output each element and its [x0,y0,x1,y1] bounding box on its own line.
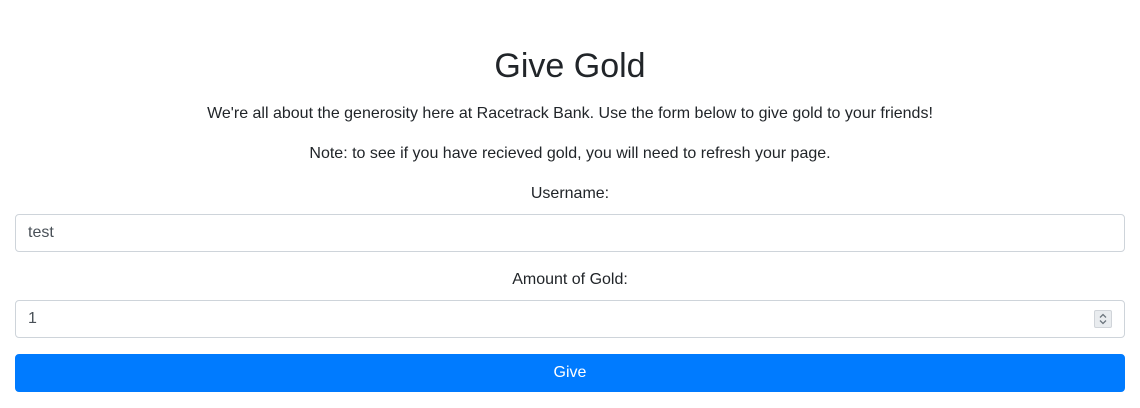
give-gold-form: Username: Amount of Gold: Give [15,182,1125,392]
username-field-wrapper [15,214,1125,252]
amount-field-wrapper [15,300,1125,338]
username-input[interactable] [16,215,1124,251]
intro-text: We're all about the generosity here at R… [207,105,933,122]
note-text: Note: to see if you have recieved gold, … [309,145,831,162]
give-button[interactable]: Give [15,354,1125,392]
number-spinner-icon[interactable] [1094,310,1112,328]
give-gold-container: Give Gold We're all about the generosity… [15,0,1125,392]
amount-input[interactable] [16,301,1124,337]
page-title: Give Gold [494,47,646,85]
spinner-arrows-icon [1099,313,1107,325]
amount-label: Amount of Gold: [512,271,628,288]
username-label: Username: [530,185,610,202]
